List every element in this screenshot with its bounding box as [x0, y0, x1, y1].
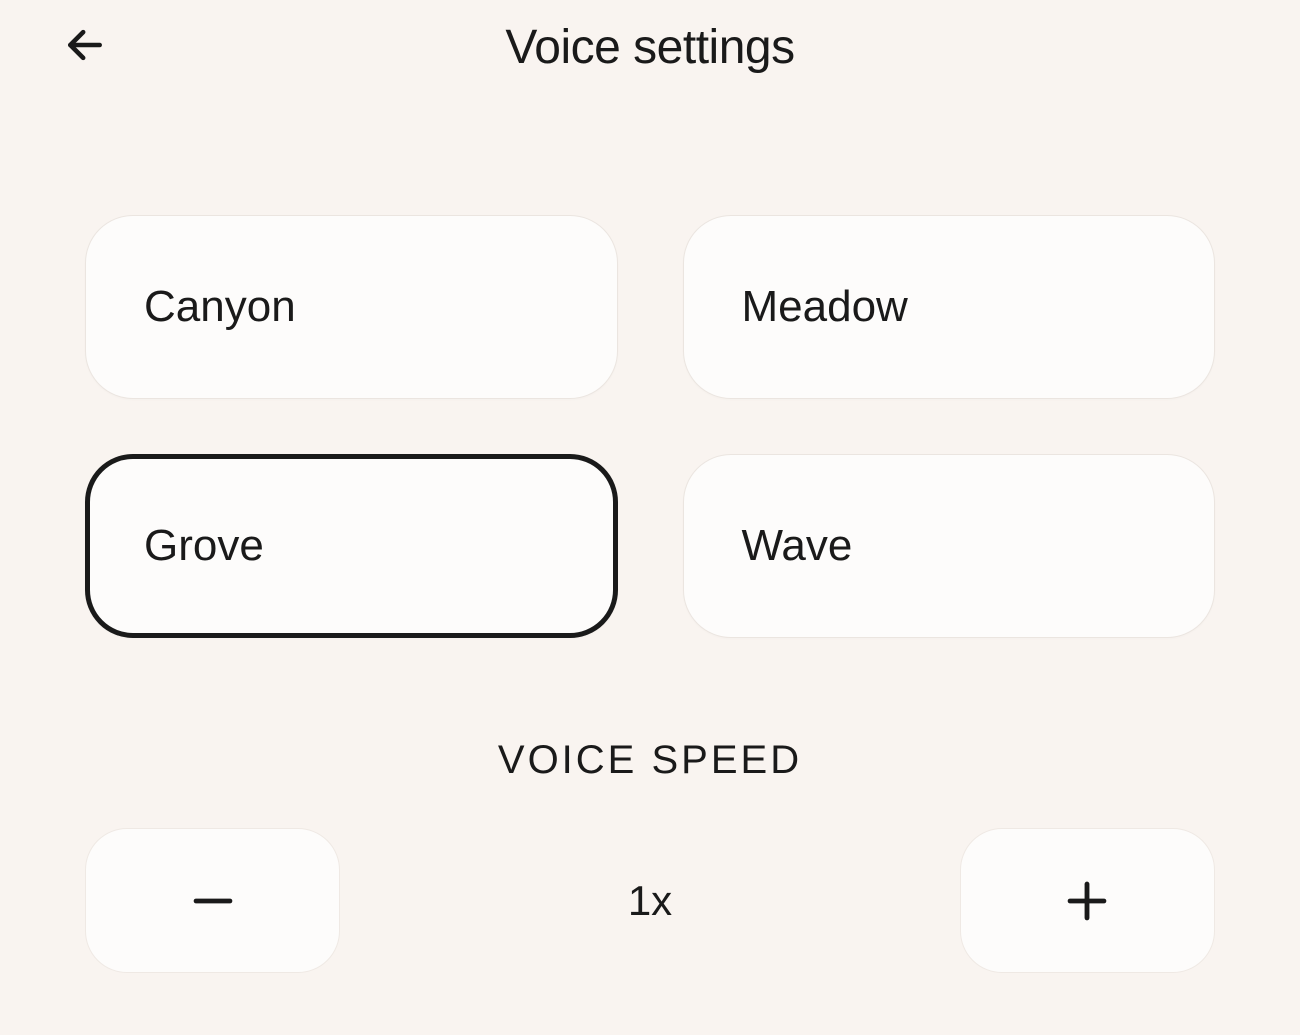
voice-option-grove[interactable]: Grove — [85, 454, 618, 638]
voice-speed-value: 1x — [628, 877, 672, 925]
voice-option-label: Grove — [144, 521, 264, 570]
arrow-left-icon — [63, 23, 107, 67]
voice-speed-controls: 1x — [0, 783, 1300, 973]
voice-option-label: Canyon — [144, 282, 296, 331]
speed-decrease-button[interactable] — [85, 828, 340, 973]
voice-option-meadow[interactable]: Meadow — [683, 215, 1216, 399]
voice-option-label: Wave — [742, 521, 853, 570]
voice-speed-label: VOICE SPEED — [0, 738, 1300, 783]
minus-icon — [184, 872, 242, 930]
speed-increase-button[interactable] — [960, 828, 1215, 973]
page-title: Voice settings — [505, 20, 794, 75]
header: Voice settings — [0, 0, 1300, 115]
plus-icon — [1058, 872, 1116, 930]
voice-option-canyon[interactable]: Canyon — [85, 215, 618, 399]
voice-option-wave[interactable]: Wave — [683, 454, 1216, 638]
voice-speed-section: VOICE SPEED 1x — [0, 738, 1300, 973]
voice-options-grid: Canyon Meadow Grove Wave — [0, 115, 1300, 638]
back-button[interactable] — [60, 20, 110, 70]
voice-option-label: Meadow — [742, 282, 908, 331]
